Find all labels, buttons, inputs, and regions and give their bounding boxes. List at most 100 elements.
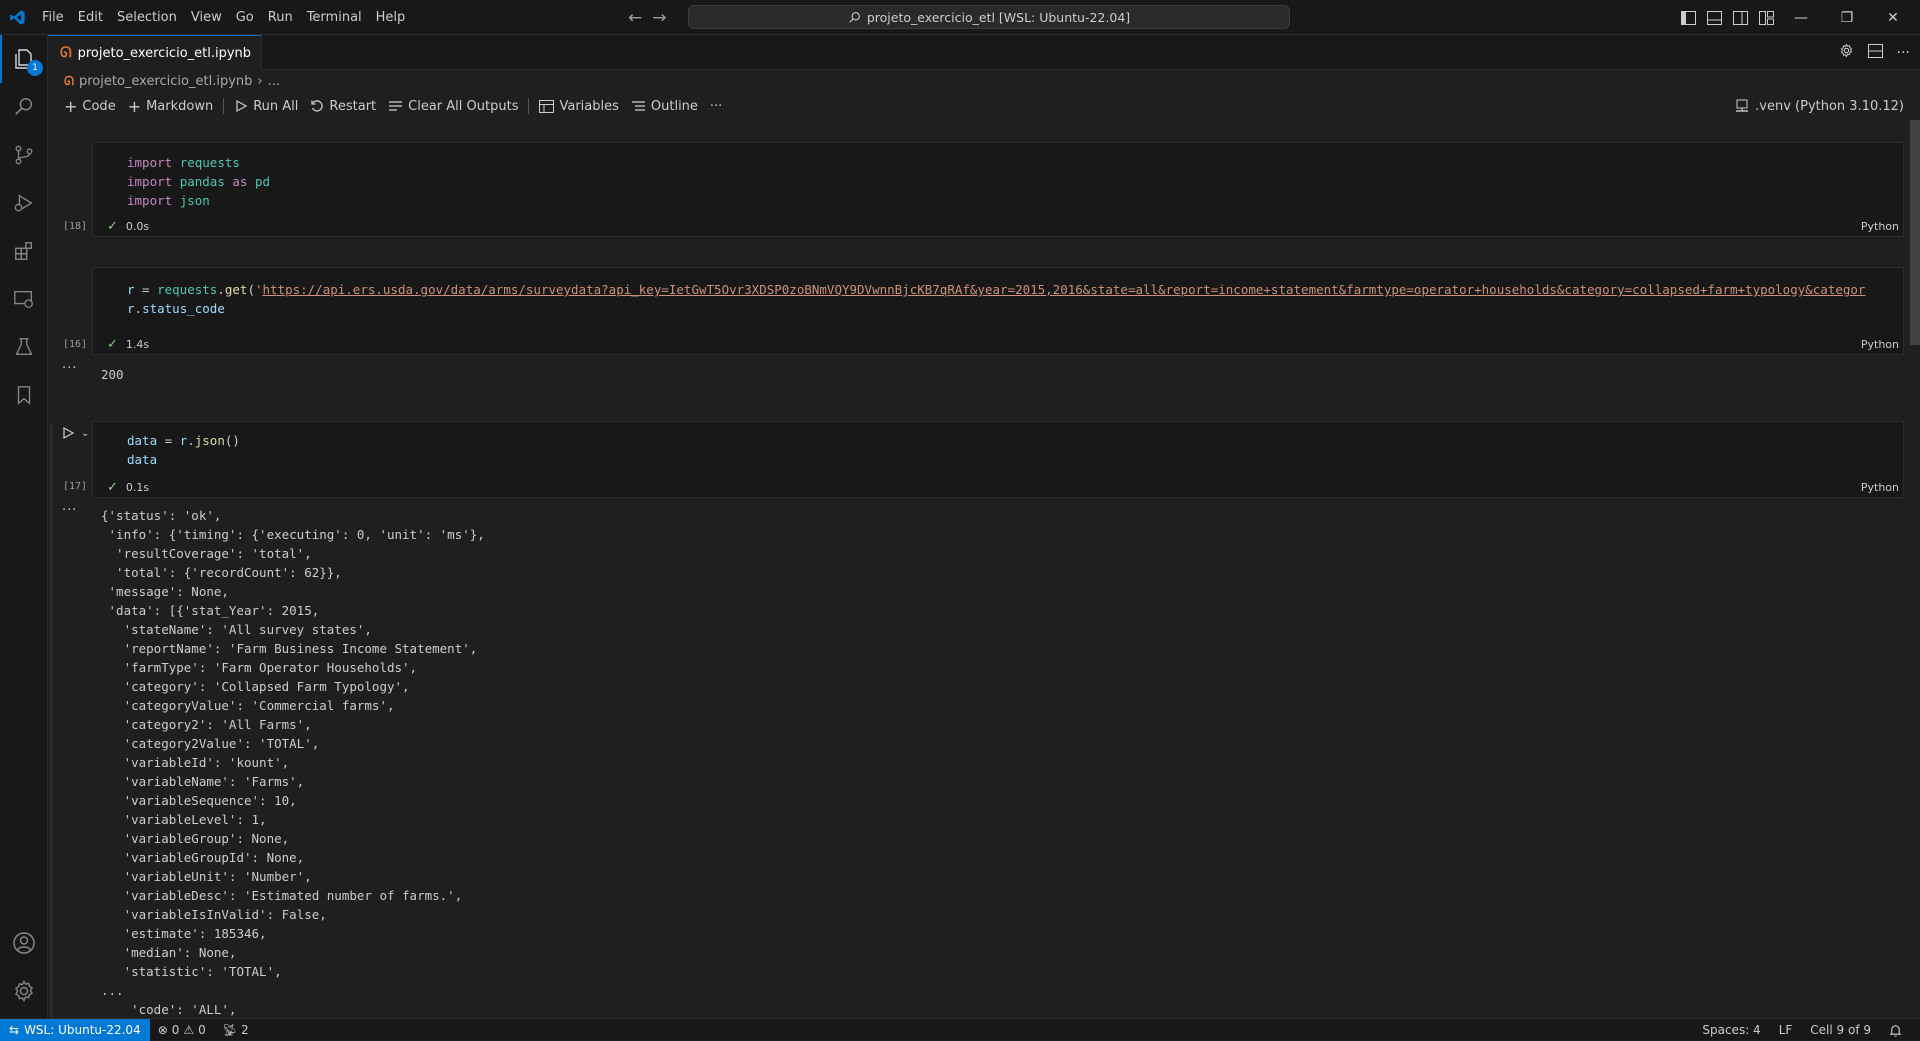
toolbar-divider (528, 98, 530, 114)
kernel-picker[interactable]: .venv (Python 3.10.12) (1735, 92, 1904, 120)
code-line[interactable]: data (127, 450, 1903, 469)
command-center-search[interactable]: projeto_exercicio_etl [WSL: Ubuntu-22.04… (688, 5, 1290, 29)
close-icon[interactable]: ✕ (1870, 0, 1916, 35)
customize-layout-icon[interactable] (1758, 10, 1774, 26)
add-markdown-cell-button[interactable]: + Markdown (122, 94, 220, 118)
restore-icon[interactable]: ❐ (1824, 0, 1870, 35)
search-icon[interactable] (0, 83, 48, 131)
cell-code[interactable]: data = r.json() data (93, 422, 1903, 469)
output-line: 'variableName': 'Farms', (101, 774, 305, 789)
cell-language[interactable]: Python (1861, 220, 1899, 233)
output-line: 'variableUnit': 'Number', (101, 869, 312, 884)
menu-run[interactable]: Run (261, 0, 300, 35)
cell-position-indicator[interactable]: Cell 9 of 9 (1802, 1023, 1879, 1037)
output-more-icon[interactable]: ··· (62, 361, 77, 376)
output-line: 'stateName': 'All survey states', (101, 622, 372, 637)
toggle-panel-icon[interactable] (1706, 10, 1722, 26)
manage-gear-icon[interactable] (0, 967, 48, 1015)
restart-button[interactable]: Restart (304, 94, 382, 118)
breadcrumb-file[interactable]: projeto_exercicio_etl.ipynb (79, 74, 252, 89)
bookmarks-icon[interactable] (0, 371, 48, 419)
problems-indicator[interactable]: ⊗ 0 ⚠ 0 (150, 1023, 214, 1037)
code-cell[interactable]: import requests import pandas as pd import… (92, 142, 1904, 237)
code-line[interactable]: r.status_code (127, 299, 1903, 318)
output-line: 'variableSequence': 10, (101, 793, 297, 808)
notebook-settings-gear-icon[interactable] (1839, 43, 1854, 62)
menu-file[interactable]: File (35, 0, 71, 35)
explorer-badge: 1 (27, 60, 43, 76)
forward-arrow-icon[interactable]: → (652, 8, 666, 28)
toggle-secondary-sidebar-icon[interactable] (1732, 10, 1748, 26)
variables-button[interactable]: Variables (533, 94, 624, 118)
back-arrow-icon[interactable]: ← (628, 8, 642, 28)
status-bar-right: Spaces: 4 LF Cell 9 of 9 (1694, 1019, 1910, 1041)
code-cell[interactable]: data = r.json() data ✓ 0.1s Python (92, 421, 1904, 498)
tab-actions: ··· (1839, 35, 1910, 70)
source-control-icon[interactable] (0, 131, 48, 179)
remote-label: WSL: Ubuntu-22.04 (24, 1022, 141, 1037)
notebook-scrollbar-thumb[interactable] (1910, 120, 1920, 345)
output-line: 'farmType': 'Farm Operator Households', (101, 660, 418, 675)
toggle-primary-sidebar-icon[interactable] (1680, 10, 1696, 26)
minimize-icon[interactable]: — (1778, 0, 1824, 35)
split-editor-icon[interactable] (1867, 43, 1883, 62)
output-line: 'data': [{'stat_Year': 2015, (101, 603, 320, 618)
code-cell[interactable]: r = requests.get('https://api.ers.usda.g… (92, 267, 1904, 355)
cell-status: ✓ 0.0s (107, 219, 149, 234)
outline-button[interactable]: Outline (625, 94, 704, 118)
extensions-icon[interactable] (0, 227, 48, 275)
output-more-icon[interactable]: ··· (62, 503, 77, 518)
cell-language[interactable]: Python (1861, 481, 1899, 494)
clear-all-outputs-button[interactable]: Clear All Outputs (382, 94, 524, 118)
code-line[interactable]: import requests (127, 153, 1903, 172)
menu-selection[interactable]: Selection (110, 0, 184, 35)
output-line: 'category2Value': 'TOTAL', (101, 736, 320, 751)
output-line: ... (101, 983, 124, 998)
testing-icon[interactable] (0, 323, 48, 371)
explorer-icon[interactable]: 1 (0, 35, 48, 83)
output-line: 'info': {'timing': {'executing': 0, 'uni… (101, 527, 485, 542)
remote-indicator[interactable]: ⇆ WSL: Ubuntu-22.04 (0, 1018, 150, 1041)
notifications-bell-icon[interactable] (1881, 1024, 1910, 1037)
cell-code[interactable]: r = requests.get('https://api.ers.usda.g… (93, 268, 1903, 318)
cell-code[interactable]: import requests import pandas as pd import… (93, 143, 1903, 210)
run-cell-icon[interactable] (61, 426, 75, 440)
menu-go[interactable]: Go (229, 0, 261, 35)
output-line: 'variableGroupId': None, (101, 850, 305, 865)
add-code-label: Code (82, 98, 116, 114)
output-line: 'categoryValue': 'Commercial farms', (101, 698, 395, 713)
more-actions-icon[interactable]: ··· (1897, 45, 1910, 61)
kernel-icon (1736, 99, 1749, 112)
remote-icon: ⇆ (9, 1022, 20, 1037)
tab-notebook[interactable]: ᘏ projeto_exercicio_etl.ipynb (48, 35, 262, 70)
indentation-indicator[interactable]: Spaces: 4 (1694, 1023, 1768, 1037)
plus-icon: + (127, 96, 142, 116)
menu-terminal[interactable]: Terminal (300, 0, 369, 35)
code-line[interactable]: data = r.json() (127, 431, 1903, 450)
kernel-label: .venv (Python 3.10.12) (1755, 98, 1904, 114)
more-toolbar-actions-button[interactable]: ··· (704, 94, 728, 118)
output-line: 'category': 'Collapsed Farm Typology', (101, 679, 410, 694)
cell-status: ✓ 1.4s (107, 337, 149, 352)
eol-indicator[interactable]: LF (1771, 1023, 1801, 1037)
jupyter-notebook-icon: ᘏ (60, 45, 72, 61)
breadcrumb-rest[interactable]: ... (268, 74, 280, 89)
variables-label: Variables (559, 98, 619, 114)
cell-language[interactable]: Python (1861, 338, 1899, 351)
menu-edit[interactable]: Edit (71, 0, 110, 35)
run-all-button[interactable]: Run All (228, 94, 304, 118)
run-debug-icon[interactable] (0, 179, 48, 227)
cell-duration: 1.4s (125, 338, 150, 351)
accounts-icon[interactable] (0, 919, 48, 967)
code-line[interactable]: import json (127, 191, 1903, 210)
output-line: 'code': 'ALL', (101, 1002, 237, 1017)
code-line[interactable]: r = requests.get('https://api.ers.usda.g… (127, 280, 1903, 299)
ports-indicator[interactable]: 📡︎ 2 (214, 1023, 257, 1037)
remote-explorer-icon[interactable] (0, 275, 48, 323)
menu-view[interactable]: View (184, 0, 229, 35)
execution-count: [17] (63, 481, 88, 492)
code-line[interactable]: import pandas as pd (127, 172, 1903, 191)
menu-help[interactable]: Help (369, 0, 413, 35)
chevron-down-icon[interactable]: ⌄ (81, 428, 89, 439)
add-code-cell-button[interactable]: + Code (58, 94, 122, 118)
